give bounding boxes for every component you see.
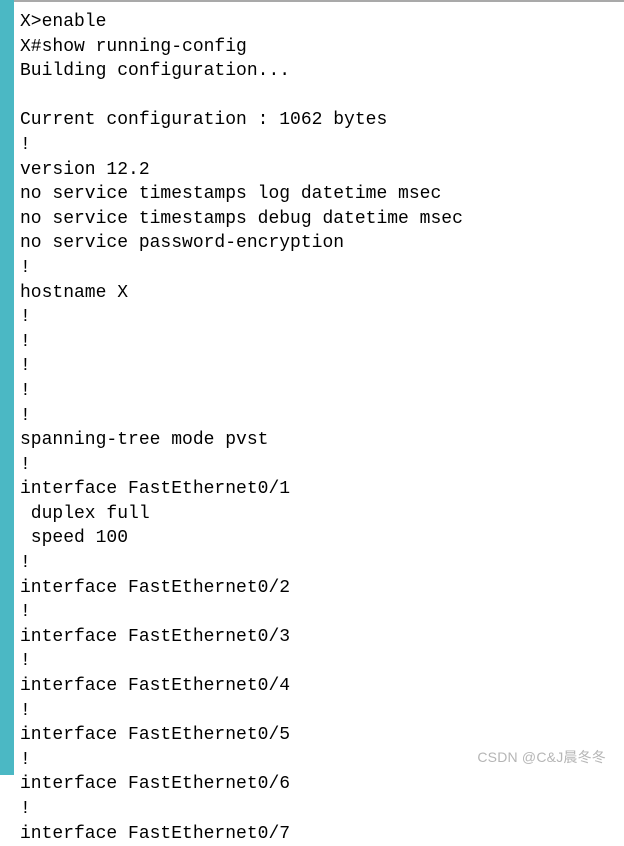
window-left-border (0, 0, 14, 775)
terminal-output: X>enable X#show running-config Building … (20, 10, 614, 846)
watermark-text: CSDN @C&J晨冬冬 (477, 747, 606, 767)
window-top-border (14, 0, 624, 2)
